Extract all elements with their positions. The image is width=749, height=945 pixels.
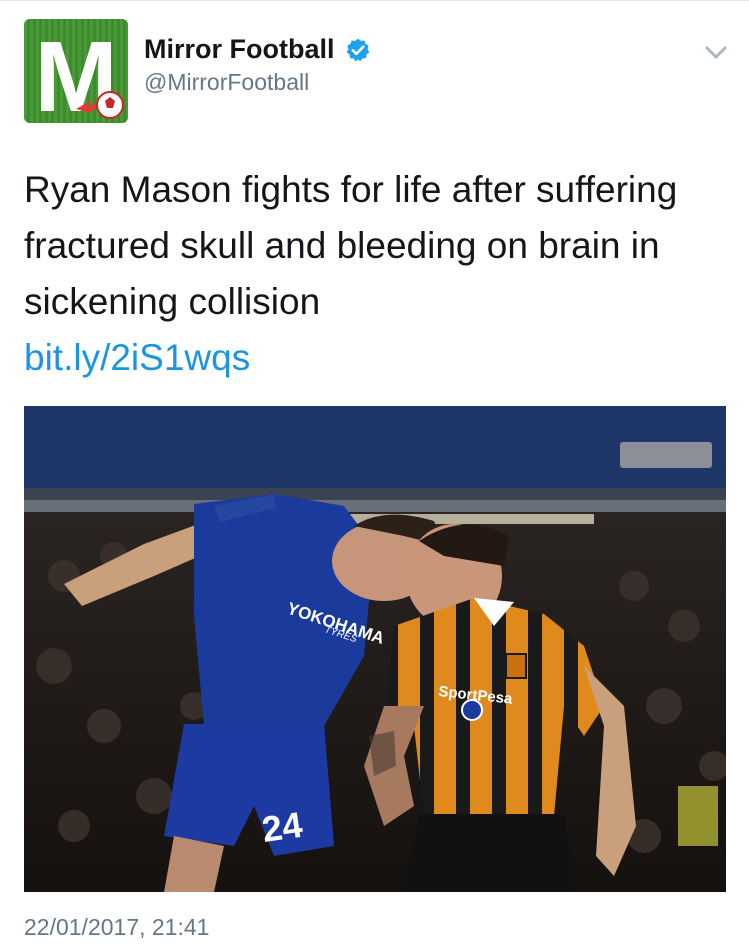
verified-badge-icon	[346, 38, 370, 61]
tweet-timestamp[interactable]: 22/01/2017, 21:41	[24, 914, 209, 941]
display-name[interactable]: Mirror Football	[144, 34, 335, 65]
mirror-football-logo-icon: M	[24, 19, 128, 123]
top-divider	[0, 0, 749, 1]
photo-image: 24 YOKOHAMA TYRES SportPesa	[24, 406, 726, 892]
tweet-photo[interactable]: 24 YOKOHAMA TYRES SportPesa	[24, 406, 726, 892]
left-player-number: 24	[259, 804, 304, 850]
chevron-down-icon[interactable]	[704, 44, 728, 62]
author-block[interactable]: Mirror Football @MirrorFootball	[144, 34, 371, 96]
tweet-text: Ryan Mason fights for life after sufferi…	[24, 169, 678, 322]
handle: @MirrorFootball	[144, 69, 310, 95]
tweet-link[interactable]: bit.ly/2iS1wqs	[24, 330, 250, 386]
avatar[interactable]: M	[24, 19, 128, 123]
